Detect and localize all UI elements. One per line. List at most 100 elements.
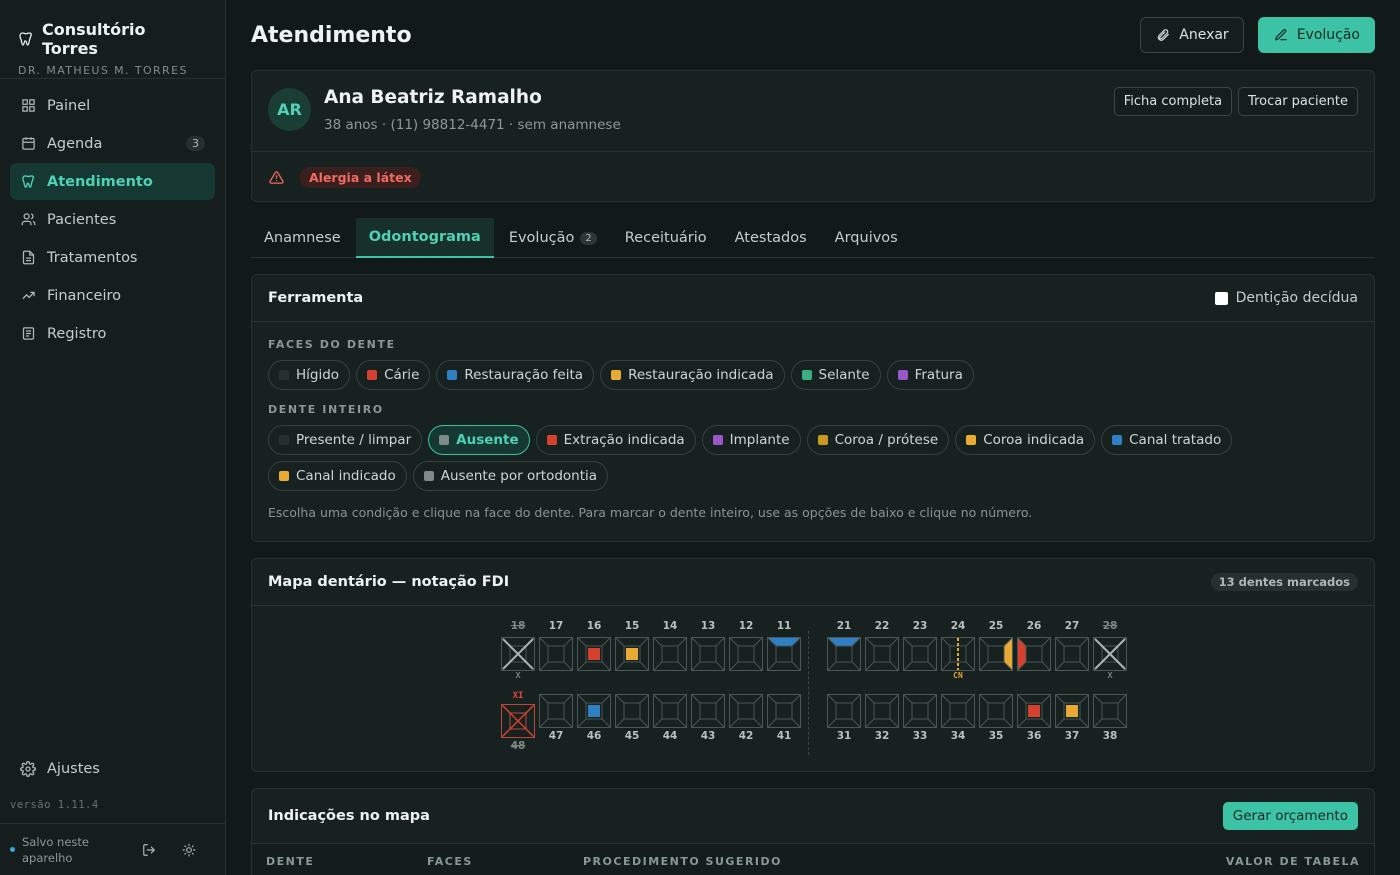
- tooth-number[interactable]: 16: [577, 620, 611, 632]
- tooth-number[interactable]: 38: [1093, 730, 1127, 742]
- tooth-number[interactable]: 28: [1093, 620, 1127, 632]
- tooth-number[interactable]: 33: [903, 730, 937, 742]
- tooth-number[interactable]: 47: [539, 730, 573, 742]
- condition-chip[interactable]: Implante: [701, 425, 801, 455]
- tooth-number[interactable]: 23: [903, 620, 937, 632]
- tooth-number[interactable]: 35: [979, 730, 1013, 742]
- sun-icon[interactable]: [181, 842, 197, 858]
- tooth-31[interactable]: [826, 693, 862, 729]
- tooth-37[interactable]: [1054, 693, 1090, 729]
- tooth-45[interactable]: [614, 693, 650, 729]
- tooth-number[interactable]: 32: [865, 730, 899, 742]
- tooth-17[interactable]: [538, 636, 574, 672]
- tab-evolução[interactable]: Evolução 2: [496, 218, 610, 258]
- tooth-14[interactable]: [652, 636, 688, 672]
- tooth-34[interactable]: [940, 693, 976, 729]
- tooth-number[interactable]: 44: [653, 730, 687, 742]
- deciduous-toggle[interactable]: Dentição decídua: [1214, 290, 1358, 306]
- tooth-number[interactable]: 36: [1017, 730, 1051, 742]
- condition-chip[interactable]: Ausente por ortodontia: [412, 461, 609, 491]
- tooth-number[interactable]: 27: [1055, 620, 1089, 632]
- tooth-24[interactable]: [940, 636, 976, 672]
- tooth-23[interactable]: [902, 636, 938, 672]
- sidebar-item-atendimento[interactable]: Atendimento: [10, 163, 215, 200]
- sidebar-item-registro[interactable]: Registro: [10, 315, 215, 352]
- sidebar-item-tratamentos[interactable]: Tratamentos: [10, 239, 215, 276]
- tooth-38[interactable]: [1092, 693, 1128, 729]
- evolution-button[interactable]: Evolução: [1257, 17, 1375, 53]
- tooth-number[interactable]: 12: [729, 620, 763, 632]
- tooth-36[interactable]: [1016, 693, 1052, 729]
- tooth-25[interactable]: [978, 636, 1014, 672]
- tab-odontograma[interactable]: Odontograma: [355, 218, 494, 258]
- condition-chip[interactable]: Presente / limpar: [268, 425, 423, 455]
- tooth-number[interactable]: 17: [539, 620, 573, 632]
- tooth-11[interactable]: [766, 636, 802, 672]
- condition-chip[interactable]: Restauração feita: [436, 360, 595, 390]
- full-record-button[interactable]: Ficha completa: [1113, 87, 1233, 116]
- condition-chip[interactable]: Ausente: [428, 425, 530, 455]
- condition-chip[interactable]: Canal tratado: [1101, 425, 1233, 455]
- tooth-16[interactable]: [576, 636, 612, 672]
- sidebar-item-painel[interactable]: Painel: [10, 87, 215, 124]
- condition-chip[interactable]: Canal indicado: [268, 461, 407, 491]
- condition-chip[interactable]: Coroa indicada: [955, 425, 1096, 455]
- tooth-number[interactable]: 24: [941, 620, 975, 632]
- tab-anamnese[interactable]: Anamnese: [251, 218, 354, 258]
- tooth-18[interactable]: [500, 636, 536, 672]
- tooth-15[interactable]: [614, 636, 650, 672]
- tooth-41[interactable]: [766, 693, 802, 729]
- tooth-number[interactable]: 26: [1017, 620, 1051, 632]
- tooth-number[interactable]: 25: [979, 620, 1013, 632]
- tab-arquivos[interactable]: Arquivos: [822, 218, 911, 258]
- tooth-26[interactable]: [1016, 636, 1052, 672]
- sidebar-item-financeiro[interactable]: Financeiro: [10, 277, 215, 314]
- tooth-number[interactable]: 43: [691, 730, 725, 742]
- generate-budget-button[interactable]: Gerar orçamento: [1222, 802, 1358, 830]
- tooth-number[interactable]: 37: [1055, 730, 1089, 742]
- tooth-number[interactable]: 14: [653, 620, 687, 632]
- tooth-43[interactable]: [690, 693, 726, 729]
- tooth-number[interactable]: 45: [615, 730, 649, 742]
- tooth-48[interactable]: [500, 703, 536, 739]
- condition-chip[interactable]: Hígido: [268, 360, 351, 390]
- switch-patient-button[interactable]: Trocar paciente: [1238, 87, 1358, 116]
- tooth-number[interactable]: 15: [615, 620, 649, 632]
- tooth-46[interactable]: [576, 693, 612, 729]
- sidebar-item-agenda[interactable]: Agenda 3: [10, 125, 215, 162]
- settings-button[interactable]: Ajustes: [0, 751, 225, 787]
- tab-atestados[interactable]: Atestados: [722, 218, 820, 258]
- deciduous-checkbox[interactable]: [1214, 291, 1228, 305]
- tooth-number[interactable]: 46: [577, 730, 611, 742]
- tooth-32[interactable]: [864, 693, 900, 729]
- condition-chip[interactable]: Fratura: [886, 360, 974, 390]
- condition-chip[interactable]: Extração indicada: [535, 425, 696, 455]
- tooth-number[interactable]: 31: [827, 730, 861, 742]
- tooth-13[interactable]: [690, 636, 726, 672]
- tooth-number[interactable]: 11: [767, 620, 801, 632]
- tab-receituário[interactable]: Receituário: [612, 218, 720, 258]
- tooth-number[interactable]: 41: [767, 730, 801, 742]
- tooth-12[interactable]: [728, 636, 764, 672]
- condition-chip[interactable]: Cárie: [356, 360, 431, 390]
- tooth-21[interactable]: [826, 636, 862, 672]
- tooth-number[interactable]: 34: [941, 730, 975, 742]
- tooth-number[interactable]: 21: [827, 620, 861, 632]
- tooth-33[interactable]: [902, 693, 938, 729]
- logout-icon[interactable]: [141, 842, 157, 858]
- tooth-28[interactable]: [1092, 636, 1128, 672]
- tooth-35[interactable]: [978, 693, 1014, 729]
- tooth-27[interactable]: [1054, 636, 1090, 672]
- sidebar-item-pacientes[interactable]: Pacientes: [10, 201, 215, 238]
- tooth-42[interactable]: [728, 693, 764, 729]
- tooth-number[interactable]: 13: [691, 620, 725, 632]
- tooth-44[interactable]: [652, 693, 688, 729]
- attach-button[interactable]: Anexar: [1140, 17, 1244, 53]
- condition-chip[interactable]: Restauração indicada: [600, 360, 785, 390]
- condition-chip[interactable]: Selante: [790, 360, 881, 390]
- tooth-number[interactable]: 48: [501, 740, 535, 752]
- tooth-22[interactable]: [864, 636, 900, 672]
- tooth-number[interactable]: 42: [729, 730, 763, 742]
- tooth-47[interactable]: [538, 693, 574, 729]
- tooth-number[interactable]: 22: [865, 620, 899, 632]
